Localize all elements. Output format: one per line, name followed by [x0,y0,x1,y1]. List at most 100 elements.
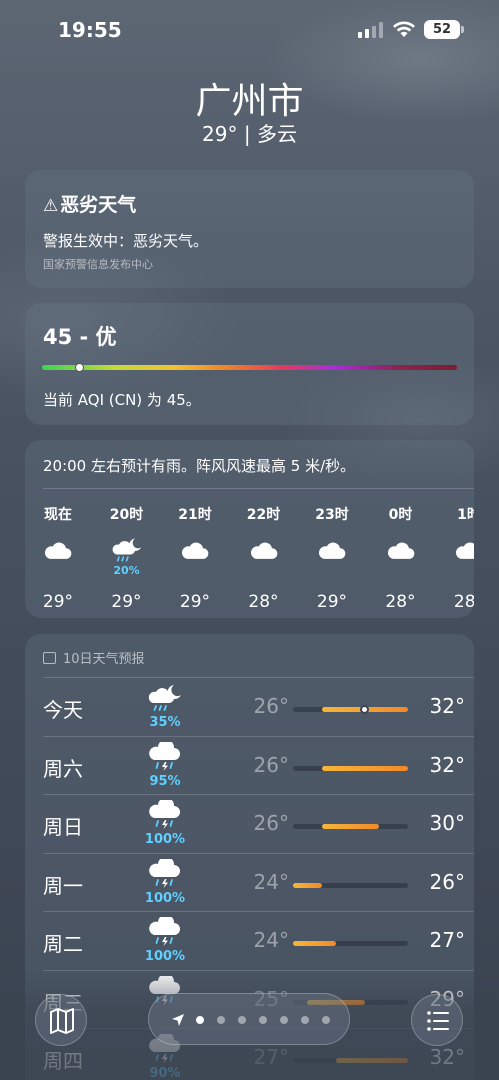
hourly-time: 现在 [44,507,72,523]
calendar-icon [43,652,56,664]
daily-precip: 100% [144,832,186,847]
temp-range-track [293,882,408,888]
status-time: 19:55 [58,18,122,42]
page-dot[interactable] [196,1016,204,1024]
temp-range-track [293,824,408,829]
wifi-icon [393,21,415,37]
daily-high: 27° [429,928,465,952]
hourly-item: 22时 28° [239,504,289,612]
thunderstorm-icon [147,738,183,772]
temp-range-fill [293,941,337,946]
air-quality-card[interactable]: 45 - 优 当前 AQI (CN) 为 45。 [25,303,474,425]
row-divider [43,852,474,854]
daily-low: 24° [253,869,289,894]
hourly-item: 23时 29° [307,504,357,612]
row-divider [43,911,474,912]
hourly-time: 20时 [109,507,144,523]
aqi-value: 45 - 优 [43,325,117,349]
aqi-level-indicator [74,363,84,372]
aqi-scale-bar [42,363,457,372]
daily-day: 今天 [43,698,83,722]
ten-day-header-label: 10日天气预报 [63,652,145,667]
hourly-item: 21时 29° [170,504,220,612]
warning-icon: ⚠ [43,196,59,216]
cloud-icon [239,536,289,582]
temp-range-fill [321,824,380,829]
hourly-temp: 29° [316,592,348,612]
page-dot[interactable] [280,1016,288,1024]
daily-row[interactable]: 周六 95% 26° 32° [43,735,474,794]
night-rain-icon [147,683,183,713]
alert-title: ⚠ 恶劣天气 [43,190,136,217]
thunderstorm-icon [147,797,183,830]
daily-row[interactable]: 周二 100% 24° 27° [43,911,474,969]
page-dot[interactable] [259,1016,267,1024]
current-temp-indicator [360,705,370,714]
cloud-icon [444,536,474,582]
hourly-headline: 20:00 左右预计有雨。阵风风速最高 5 米/秒。 [43,457,356,475]
hourly-temp: 28° [248,592,279,612]
hourly-item: 0时 28° [376,504,426,612]
hourly-temp: 29° [42,592,74,612]
alert-title-text: 恶劣天气 [60,194,137,216]
hourly-time: 0时 [388,507,413,523]
page-dot[interactable] [322,1016,330,1024]
location-arrow-icon [172,1014,184,1026]
map-icon [50,1008,74,1034]
page-dot[interactable] [301,1016,309,1024]
daily-high: 26° [429,869,465,894]
daily-high: 30° [429,811,465,835]
daily-row[interactable]: 周日 100% 26° 30° [43,794,474,852]
hourly-item: 现在 29° [33,504,83,612]
night-rain-icon: 20% [102,536,152,582]
row-divider [43,735,474,737]
severe-weather-alert-card[interactable]: ⚠ 恶劣天气 警报生效中：恶劣天气。 国家预警信息发布中心 [25,170,474,288]
alert-source: 国家预警信息发布中心 [43,258,153,271]
hourly-time: 1时 [457,507,474,523]
daily-high: 32° [429,752,465,777]
daily-row[interactable]: 今天 35% 26° 32° [43,677,474,735]
hourly-temp: 28° [453,592,474,612]
daily-high: 32° [429,694,465,718]
daily-low: 24° [253,928,289,952]
ten-day-header: 10日天气预报 [43,648,145,667]
list-icon [427,1011,449,1031]
daily-low: 26° [253,694,289,718]
page-dot[interactable] [238,1016,246,1024]
temp-range-track [293,941,408,946]
temp-range-track [293,705,408,714]
daily-precip: 100% [144,890,186,906]
row-divider [43,794,474,795]
map-button[interactable] [35,994,87,1046]
cloud-icon [376,536,426,582]
cloud-icon [170,536,220,582]
hourly-time: 21时 [178,507,212,523]
daily-row[interactable]: 周一 100% 24° 26° [43,852,474,911]
daily-low: 26° [253,811,289,835]
temp-range-fill [321,765,408,771]
status-bar: 19:55 52 [0,0,499,60]
current-summary: 29° | 多云 [202,122,297,146]
location-page-indicator[interactable] [148,993,350,1045]
hourly-time: 22时 [246,507,281,523]
hourly-temp: 29° [111,592,142,612]
page-dot[interactable] [217,1016,225,1024]
hourly-precip: 20% [113,564,140,577]
daily-precip: 35% [149,715,181,730]
daily-low: 26° [253,752,289,777]
daily-day: 周一 [43,873,83,898]
hourly-item: 1时 28° [444,504,474,612]
daily-precip: 100% [144,949,186,964]
cloud-icon [33,536,83,582]
hourly-forecast-card[interactable]: 20:00 左右预计有雨。阵风风速最高 5 米/秒。 现在 29° 20时 20% 29… [25,440,474,618]
hourly-time: 23时 [315,507,349,523]
daily-day: 周二 [43,932,83,956]
aqi-description: 当前 AQI (CN) 为 45。 [43,391,201,409]
city-name: 广州市 [195,81,304,122]
thunderstorm-icon [147,914,183,947]
cellular-signal-icon [358,22,383,38]
hourly-item: 20时 20% 29° [102,504,152,612]
alert-message: 警报生效中：恶劣天气。 [43,232,209,250]
city-list-button[interactable] [411,994,463,1046]
hourly-divider [43,488,474,489]
